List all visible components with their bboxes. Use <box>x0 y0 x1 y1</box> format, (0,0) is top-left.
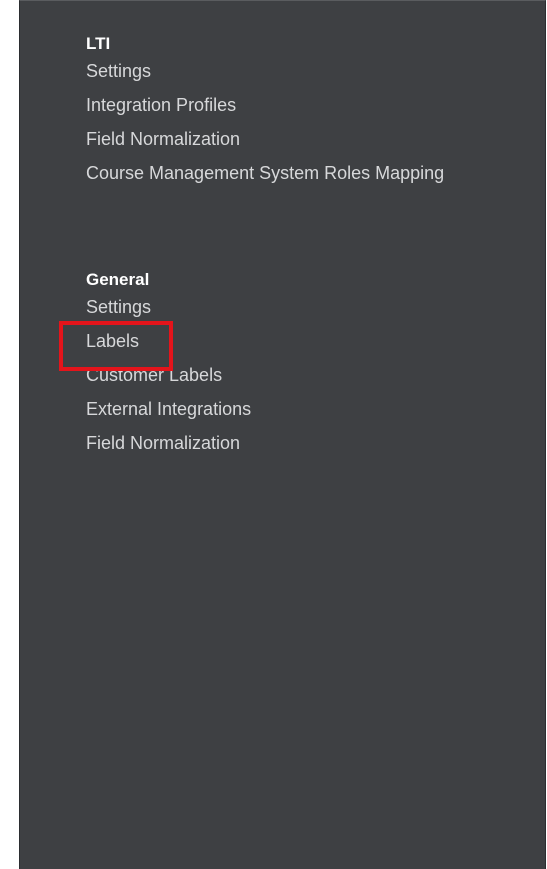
general-settings-link[interactable]: Settings <box>86 294 506 320</box>
general-customer-labels-link[interactable]: Customer Labels <box>86 362 506 388</box>
lti-section: LTI Settings Integration Profiles Field … <box>86 33 506 194</box>
lti-course-management-system-roles-mapping-link[interactable]: Course Management System Roles Mapping <box>86 160 506 186</box>
general-section: General Settings Labels Customer Labels … <box>86 269 506 464</box>
general-section-heading: General <box>86 270 150 289</box>
lti-integration-profiles-link[interactable]: Integration Profiles <box>86 92 506 118</box>
general-labels-link[interactable]: Labels <box>86 328 506 354</box>
lti-settings-link[interactable]: Settings <box>86 58 506 84</box>
settings-sidebar: LTI Settings Integration Profiles Field … <box>19 0 546 869</box>
general-external-integrations-link[interactable]: External Integrations <box>86 396 506 422</box>
lti-field-normalization-link[interactable]: Field Normalization <box>86 126 506 152</box>
lti-section-heading: LTI <box>86 34 111 53</box>
general-field-normalization-link[interactable]: Field Normalization <box>86 430 506 456</box>
